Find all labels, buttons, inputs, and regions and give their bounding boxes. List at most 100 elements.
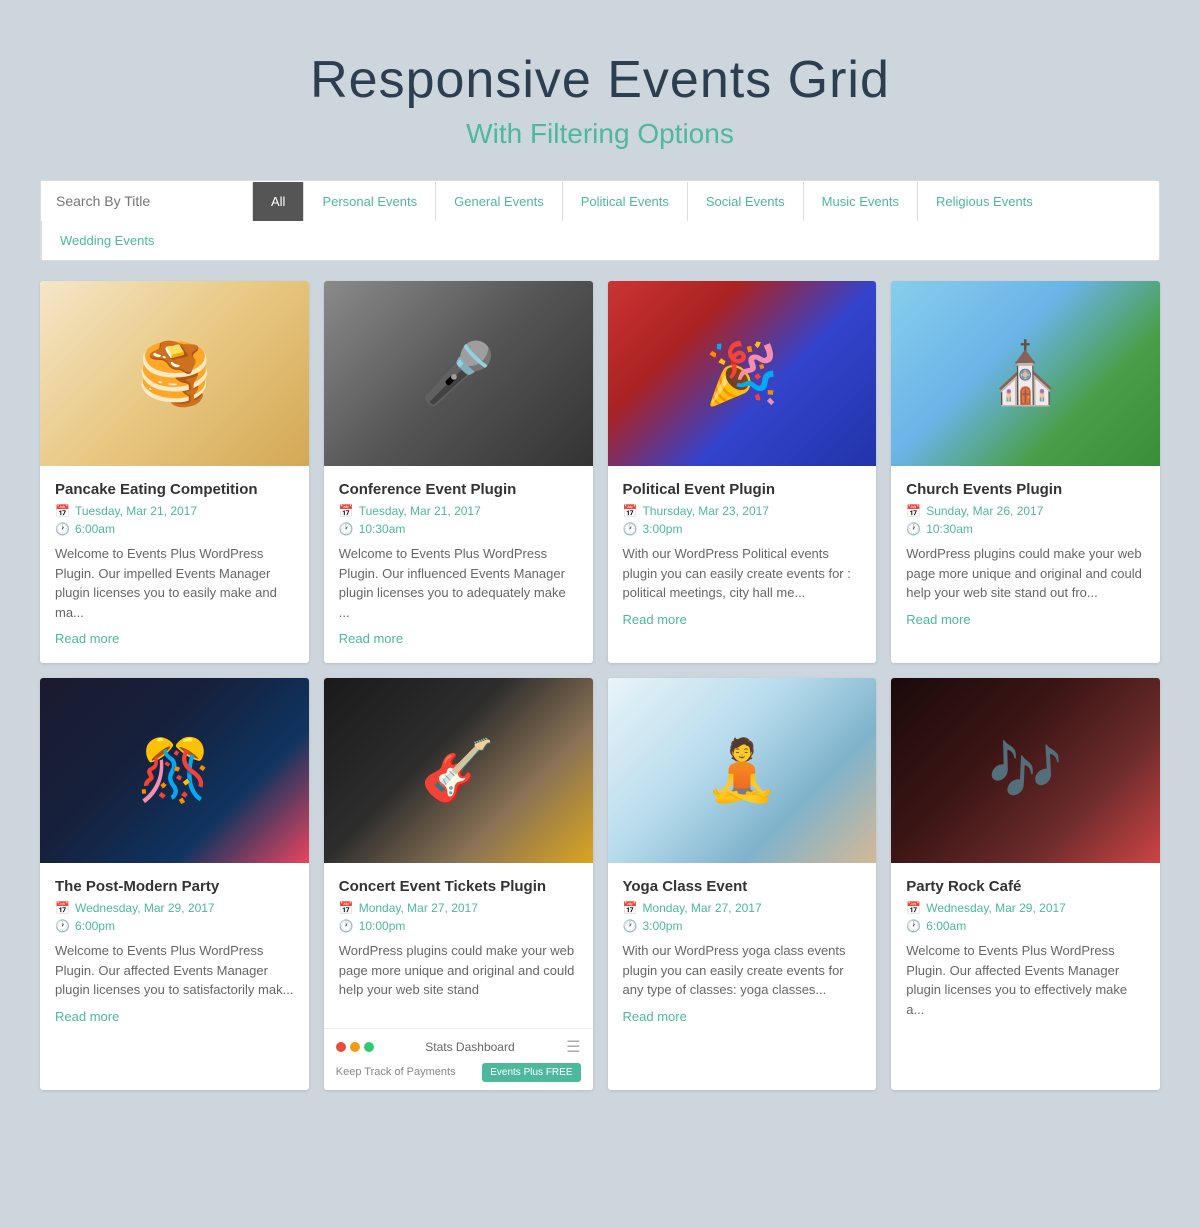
event-time-meta: 🕐 3:00pm — [623, 522, 862, 536]
event-card: 🎶 Party Rock Café 📅 Wednesday, Mar 29, 2… — [891, 678, 1160, 1090]
event-title: Yoga Class Event — [623, 878, 862, 895]
filter-btn-social[interactable]: Social Events — [687, 182, 803, 221]
calendar-icon: 📅 — [906, 901, 921, 915]
event-title: The Post-Modern Party — [55, 878, 294, 895]
filter-bar: All Personal Events General Events Polit… — [40, 180, 1160, 261]
event-card: 🎤 Conference Event Plugin 📅 Tuesday, Mar… — [324, 281, 593, 663]
hamburger-icon: ☰ — [566, 1037, 580, 1057]
page-subtitle: With Filtering Options — [20, 118, 1180, 150]
free-btn[interactable]: Events Plus FREE — [482, 1063, 580, 1082]
event-card-body: Concert Event Tickets Plugin 📅 Monday, M… — [324, 863, 593, 1023]
event-date: Monday, Mar 27, 2017 — [359, 901, 478, 915]
event-date: Tuesday, Mar 21, 2017 — [359, 504, 481, 518]
stats-preview-partial: Stats Dashboard ☰ Keep Track of Payments… — [324, 1028, 593, 1090]
event-image: 🎤 — [324, 281, 593, 466]
event-card-body: Political Event Plugin 📅 Thursday, Mar 2… — [608, 466, 877, 644]
event-card-body: Conference Event Plugin 📅 Tuesday, Mar 2… — [324, 466, 593, 663]
clock-icon: 🕐 — [906, 522, 921, 536]
event-image: ⛪ — [891, 281, 1160, 466]
read-more-link[interactable]: Read more — [55, 1009, 119, 1024]
event-time-meta: 🕐 3:00pm — [623, 919, 862, 933]
event-date: Thursday, Mar 23, 2017 — [642, 504, 769, 518]
filter-btn-personal[interactable]: Personal Events — [303, 182, 435, 221]
event-card: 🥞 Pancake Eating Competition 📅 Tuesday, … — [40, 281, 309, 663]
filter-btn-all[interactable]: All — [252, 182, 303, 221]
event-date-meta: 📅 Wednesday, Mar 29, 2017 — [906, 901, 1145, 915]
event-date: Monday, Mar 27, 2017 — [642, 901, 761, 915]
event-date: Wednesday, Mar 29, 2017 — [75, 901, 215, 915]
read-more-link[interactable]: Read more — [906, 612, 970, 627]
event-title: Political Event Plugin — [623, 481, 862, 498]
event-title: Conference Event Plugin — [339, 481, 578, 498]
event-image: 🥞 — [40, 281, 309, 466]
event-description: Welcome to Events Plus WordPress Plugin.… — [55, 941, 294, 1000]
event-image: 🧘 — [608, 678, 877, 863]
event-time: 6:00am — [926, 919, 966, 933]
page-header: Responsive Events Grid With Filtering Op… — [0, 0, 1200, 180]
event-image: 🎸 — [324, 678, 593, 863]
calendar-icon: 📅 — [339, 504, 354, 518]
event-date: Sunday, Mar 26, 2017 — [926, 504, 1043, 518]
event-image: 🎊 — [40, 678, 309, 863]
read-more-link[interactable]: Read more — [623, 1009, 687, 1024]
event-time-meta: 🕐 6:00pm — [55, 919, 294, 933]
event-date-meta: 📅 Tuesday, Mar 21, 2017 — [339, 504, 578, 518]
calendar-icon: 📅 — [55, 901, 70, 915]
event-card-body: Party Rock Café 📅 Wednesday, Mar 29, 201… — [891, 863, 1160, 1042]
calendar-icon: 📅 — [623, 504, 638, 518]
event-card-body: The Post-Modern Party 📅 Wednesday, Mar 2… — [40, 863, 309, 1041]
filter-btn-general[interactable]: General Events — [435, 182, 562, 221]
dot-red — [336, 1042, 346, 1052]
event-image: 🎉 — [608, 281, 877, 466]
event-card: 🎉 Political Event Plugin 📅 Thursday, Mar… — [608, 281, 877, 663]
event-time: 10:30am — [359, 522, 406, 536]
filter-btn-political[interactable]: Political Events — [562, 182, 687, 221]
filter-btn-wedding[interactable]: Wedding Events — [41, 221, 172, 260]
event-date-meta: 📅 Thursday, Mar 23, 2017 — [623, 504, 862, 518]
calendar-icon: 📅 — [623, 901, 638, 915]
clock-icon: 🕐 — [623, 919, 638, 933]
event-description: Welcome to Events Plus WordPress Plugin.… — [55, 544, 294, 622]
event-date-meta: 📅 Monday, Mar 27, 2017 — [623, 901, 862, 915]
event-time: 6:00am — [75, 522, 115, 536]
event-title: Pancake Eating Competition — [55, 481, 294, 498]
event-date-meta: 📅 Monday, Mar 27, 2017 — [339, 901, 578, 915]
filter-btn-religious[interactable]: Religious Events — [917, 182, 1051, 221]
event-time-meta: 🕐 6:00am — [906, 919, 1145, 933]
event-time-meta: 🕐 10:30am — [906, 522, 1145, 536]
event-time: 10:00pm — [359, 919, 406, 933]
read-more-link[interactable]: Read more — [55, 631, 119, 646]
event-card: 🧘 Yoga Class Event 📅 Monday, Mar 27, 201… — [608, 678, 877, 1090]
event-card: 🎊 The Post-Modern Party 📅 Wednesday, Mar… — [40, 678, 309, 1090]
clock-icon: 🕐 — [623, 522, 638, 536]
event-description: WordPress plugins could make your web pa… — [906, 544, 1145, 603]
event-time-meta: 🕐 10:00pm — [339, 919, 578, 933]
calendar-icon: 📅 — [906, 504, 921, 518]
stats-dots — [336, 1042, 374, 1052]
event-time: 6:00pm — [75, 919, 115, 933]
search-input[interactable] — [41, 181, 252, 221]
calendar-icon: 📅 — [339, 901, 354, 915]
event-time: 10:30am — [926, 522, 973, 536]
event-date-meta: 📅 Tuesday, Mar 21, 2017 — [55, 504, 294, 518]
event-title: Party Rock Café — [906, 878, 1145, 895]
event-title: Church Events Plugin — [906, 481, 1145, 498]
event-date-meta: 📅 Wednesday, Mar 29, 2017 — [55, 901, 294, 915]
event-time: 3:00pm — [642, 919, 682, 933]
event-card-body: Pancake Eating Competition 📅 Tuesday, Ma… — [40, 466, 309, 663]
event-time: 3:00pm — [642, 522, 682, 536]
event-card: ⛪ Church Events Plugin 📅 Sunday, Mar 26,… — [891, 281, 1160, 663]
event-date: Tuesday, Mar 21, 2017 — [75, 504, 197, 518]
clock-icon: 🕐 — [339, 919, 354, 933]
event-time-meta: 🕐 6:00am — [55, 522, 294, 536]
filter-btn-music[interactable]: Music Events — [803, 182, 917, 221]
event-title: Concert Event Tickets Plugin — [339, 878, 578, 895]
read-more-link[interactable]: Read more — [623, 612, 687, 627]
clock-icon: 🕐 — [55, 919, 70, 933]
keep-track-text: Keep Track of Payments — [336, 1066, 456, 1078]
calendar-icon: 📅 — [55, 504, 70, 518]
event-time-meta: 🕐 10:30am — [339, 522, 578, 536]
events-grid: 🥞 Pancake Eating Competition 📅 Tuesday, … — [40, 281, 1160, 1090]
read-more-link[interactable]: Read more — [339, 631, 403, 646]
event-card: 🎸 Concert Event Tickets Plugin 📅 Monday,… — [324, 678, 593, 1090]
